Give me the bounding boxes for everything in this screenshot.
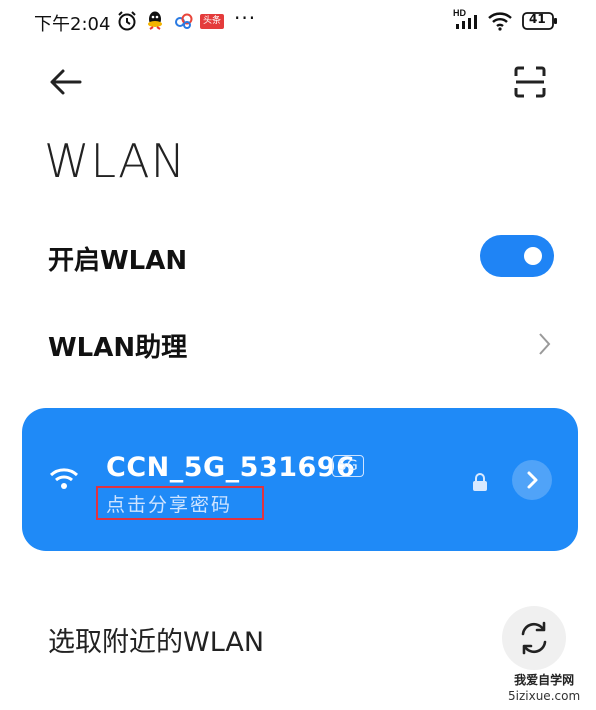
wlan-assistant-item[interactable]: WLAN助理 [48,327,187,364]
svg-text:HD: HD [453,8,466,18]
lock-icon [472,472,488,492]
status-time: 下午2:04 [34,14,111,35]
hd-signal-icon: HD [452,7,482,31]
scan-button[interactable] [510,62,550,102]
status-bar: 下午2:04 头条 ··· HD 41 [0,0,596,44]
alarm-icon [116,9,138,33]
refresh-button[interactable] [502,606,566,670]
chevron-right-icon [527,471,538,489]
nearby-networks-label: 选取附近的WLAN [48,627,265,658]
network-details-button[interactable] [512,460,552,500]
battery-icon: 41 [522,9,558,33]
watermark-url: 5izixue.com [508,689,581,703]
toggle-knob [524,247,542,265]
page-title: WLAN [44,134,187,188]
chevron-right-icon [534,330,554,358]
more-dots-icon: ··· [234,6,257,30]
annotation-highlight-box [96,486,264,520]
refresh-icon [521,621,547,655]
connected-network-card[interactable]: CCN_5G_531696 5G 点击分享密码 [22,408,578,551]
band-badge: 5G [332,455,364,477]
back-button[interactable] [46,62,86,102]
scan-qr-icon [514,66,546,98]
wifi-signal-icon [48,466,80,492]
back-arrow-icon [50,69,82,95]
toutiao-app-icon: 头条 [200,9,225,33]
qq-icon [146,9,164,33]
cloud-icon [173,9,195,33]
watermark: 我爱自学网 5izixue.com [508,672,580,704]
wifi-icon [487,9,513,33]
watermark-title: 我爱自学网 [514,673,575,687]
enable-wlan-label: 开启WLAN [48,246,188,276]
network-ssid: CCN_5G_531696 [106,452,356,483]
wlan-toggle[interactable] [480,235,554,277]
